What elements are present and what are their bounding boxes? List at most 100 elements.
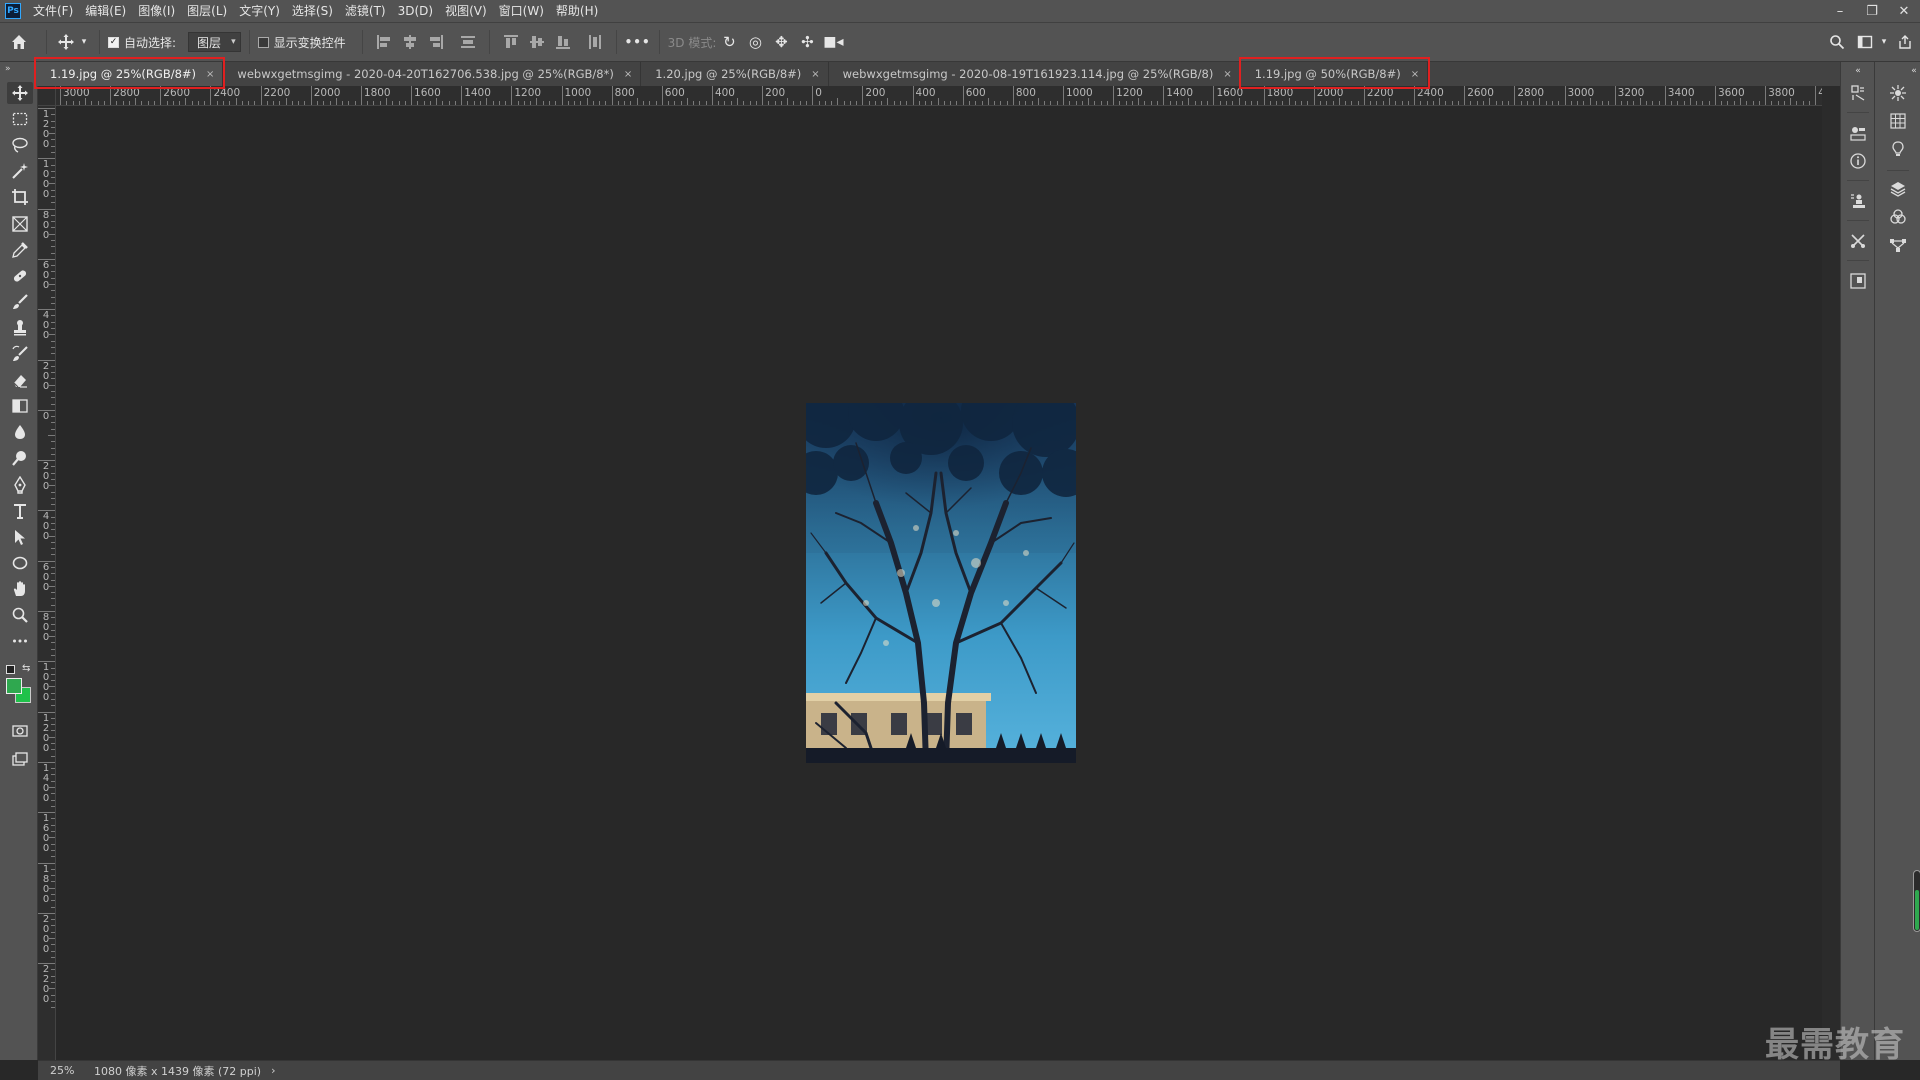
workspace-icon[interactable]: [1852, 34, 1878, 50]
menu-item[interactable]: 窗口(W): [493, 0, 550, 22]
gradient-tool-icon[interactable]: [7, 395, 33, 417]
default-colors-icon[interactable]: [6, 665, 15, 674]
menu-item[interactable]: 编辑(E): [79, 0, 132, 22]
menu-item[interactable]: 3D(D): [392, 0, 439, 22]
document-canvas[interactable]: [56, 106, 1822, 1060]
info-icon[interactable]: [1849, 152, 1867, 170]
more-tools-icon[interactable]: [7, 630, 33, 652]
paths-icon[interactable]: [1889, 236, 1907, 254]
panel-collapse-icon[interactable]: »: [0, 62, 37, 76]
tool-presets-icon[interactable]: [1849, 232, 1867, 250]
channels-icon[interactable]: [1889, 208, 1907, 226]
canvas-vertical-scrollbar[interactable]: [1822, 86, 1840, 1060]
align-top-icon[interactable]: [502, 33, 520, 51]
type-tool-icon[interactable]: [7, 500, 33, 522]
history-brush-tool-icon[interactable]: [7, 343, 33, 365]
adjustments-icon[interactable]: [1889, 84, 1907, 102]
align-vertical-center-icon[interactable]: [528, 33, 546, 51]
crop-tool-icon[interactable]: [7, 186, 33, 208]
close-tab-icon[interactable]: ×: [1223, 69, 1231, 80]
status-menu-arrow-icon[interactable]: ›: [261, 1064, 275, 1077]
pen-tool-icon[interactable]: [7, 474, 33, 496]
close-tab-icon[interactable]: ×: [1411, 69, 1419, 80]
move-tool-preset-icon[interactable]: [55, 30, 77, 54]
menu-item[interactable]: 文件(F): [27, 0, 79, 22]
clone-stamp-tool-icon[interactable]: [7, 317, 33, 339]
panel-collapse-icon[interactable]: «: [1849, 66, 1867, 76]
screen-mode-icon[interactable]: [7, 748, 33, 770]
auto-select-checkbox[interactable]: ✓: [108, 36, 119, 48]
dodge-tool-icon[interactable]: [7, 447, 33, 469]
menu-item[interactable]: 图像(I): [132, 0, 181, 22]
zoom-level[interactable]: 25%: [38, 1064, 86, 1077]
show-transform-checkbox[interactable]: [257, 36, 269, 48]
swatches-icon[interactable]: [1889, 112, 1907, 130]
lasso-tool-icon[interactable]: [7, 134, 33, 156]
eyedropper-tool-icon[interactable]: [7, 239, 33, 261]
properties-icon[interactable]: [1849, 124, 1867, 142]
search-icon[interactable]: [1822, 34, 1852, 50]
3d-camera-icon[interactable]: ■◂: [820, 34, 846, 50]
foreground-color-swatch[interactable]: [6, 678, 22, 694]
3d-slide-icon[interactable]: ✣: [794, 33, 820, 51]
document-tab[interactable]: 1.20.jpg @ 25%(RGB/8#) ×: [641, 62, 829, 86]
artboard-icon[interactable]: [1849, 272, 1867, 290]
menu-item[interactable]: 滤镜(T): [339, 0, 392, 22]
align-horizontal-center-icon[interactable]: [401, 33, 419, 51]
frame-tool-icon[interactable]: [7, 213, 33, 235]
chevron-down-icon[interactable]: ▾: [1878, 37, 1890, 47]
distribute-horizontal-icon[interactable]: [586, 33, 604, 51]
menu-item[interactable]: 视图(V): [439, 0, 493, 22]
history-icon[interactable]: [1849, 84, 1867, 102]
close-window-button[interactable]: ✕: [1888, 0, 1920, 22]
chevron-down-icon[interactable]: ▾: [77, 37, 91, 47]
ruler-tick: [1526, 101, 1528, 105]
3d-rotate-icon[interactable]: ↻: [716, 33, 742, 51]
restore-button[interactable]: ❐: [1856, 0, 1888, 22]
home-icon[interactable]: [0, 23, 38, 61]
minimize-button[interactable]: –: [1824, 0, 1856, 22]
swap-colors-icon[interactable]: ⇆: [22, 663, 30, 674]
hand-tool-icon[interactable]: [7, 578, 33, 600]
horizontal-ruler[interactable]: 3000 2800 2600 2400 2200 2000 1800 1600 1400 1200…: [56, 86, 1822, 106]
document-tab[interactable]: webwxgetmsgimg - 2020-08-19T161923.114.j…: [829, 62, 1241, 86]
marquee-tool-icon[interactable]: [7, 108, 33, 130]
menu-item[interactable]: 帮助(H): [550, 0, 604, 22]
layers-icon[interactable]: [1889, 180, 1907, 198]
zoom-tool-icon[interactable]: [7, 604, 33, 626]
scroll-indicator[interactable]: [1913, 870, 1920, 932]
menu-item[interactable]: 选择(S): [286, 0, 339, 22]
3d-roll-icon[interactable]: ◎: [742, 33, 768, 51]
menu-item[interactable]: 文字(Y): [233, 0, 286, 22]
align-right-icon[interactable]: [427, 33, 445, 51]
blur-tool-icon[interactable]: [7, 421, 33, 443]
close-tab-icon[interactable]: ×: [624, 69, 632, 80]
close-tab-icon[interactable]: ×: [206, 69, 214, 80]
magic-wand-tool-icon[interactable]: [7, 160, 33, 182]
vertical-ruler[interactable]: 1200100080060040020002004006008001000120…: [38, 106, 56, 1060]
quick-mask-icon[interactable]: [7, 720, 33, 742]
clone-source-icon[interactable]: [1849, 192, 1867, 210]
healing-brush-tool-icon[interactable]: [7, 265, 33, 287]
align-left-icon[interactable]: [375, 33, 393, 51]
brush-tool-icon[interactable]: [7, 291, 33, 313]
ellipse-tool-icon[interactable]: [7, 552, 33, 574]
more-options-button[interactable]: •••: [625, 35, 651, 49]
distribute-vertical-icon[interactable]: [459, 33, 477, 51]
ruler-origin[interactable]: [38, 86, 56, 106]
document-tab[interactable]: 1.19.jpg @ 50%(RGB/8#) ×: [1241, 62, 1429, 86]
document-tab[interactable]: 1.19.jpg @ 25%(RGB/8#) ×: [36, 62, 224, 86]
close-tab-icon[interactable]: ×: [811, 69, 819, 80]
align-bottom-icon[interactable]: [554, 33, 572, 51]
document-tab[interactable]: webwxgetmsgimg - 2020-04-20T162706.538.j…: [223, 62, 642, 86]
path-selection-tool-icon[interactable]: [7, 526, 33, 548]
learn-icon[interactable]: [1889, 140, 1907, 158]
panel-collapse-icon[interactable]: «: [1905, 66, 1920, 76]
ruler-tick: [51, 554, 55, 556]
3d-pan-icon[interactable]: ✥: [768, 33, 794, 51]
layer-select-dropdown[interactable]: 图层 ▾: [188, 32, 241, 52]
eraser-tool-icon[interactable]: [7, 369, 33, 391]
menu-item[interactable]: 图层(L): [181, 0, 233, 22]
move-tool-icon[interactable]: [7, 82, 33, 104]
share-icon[interactable]: [1890, 34, 1920, 50]
